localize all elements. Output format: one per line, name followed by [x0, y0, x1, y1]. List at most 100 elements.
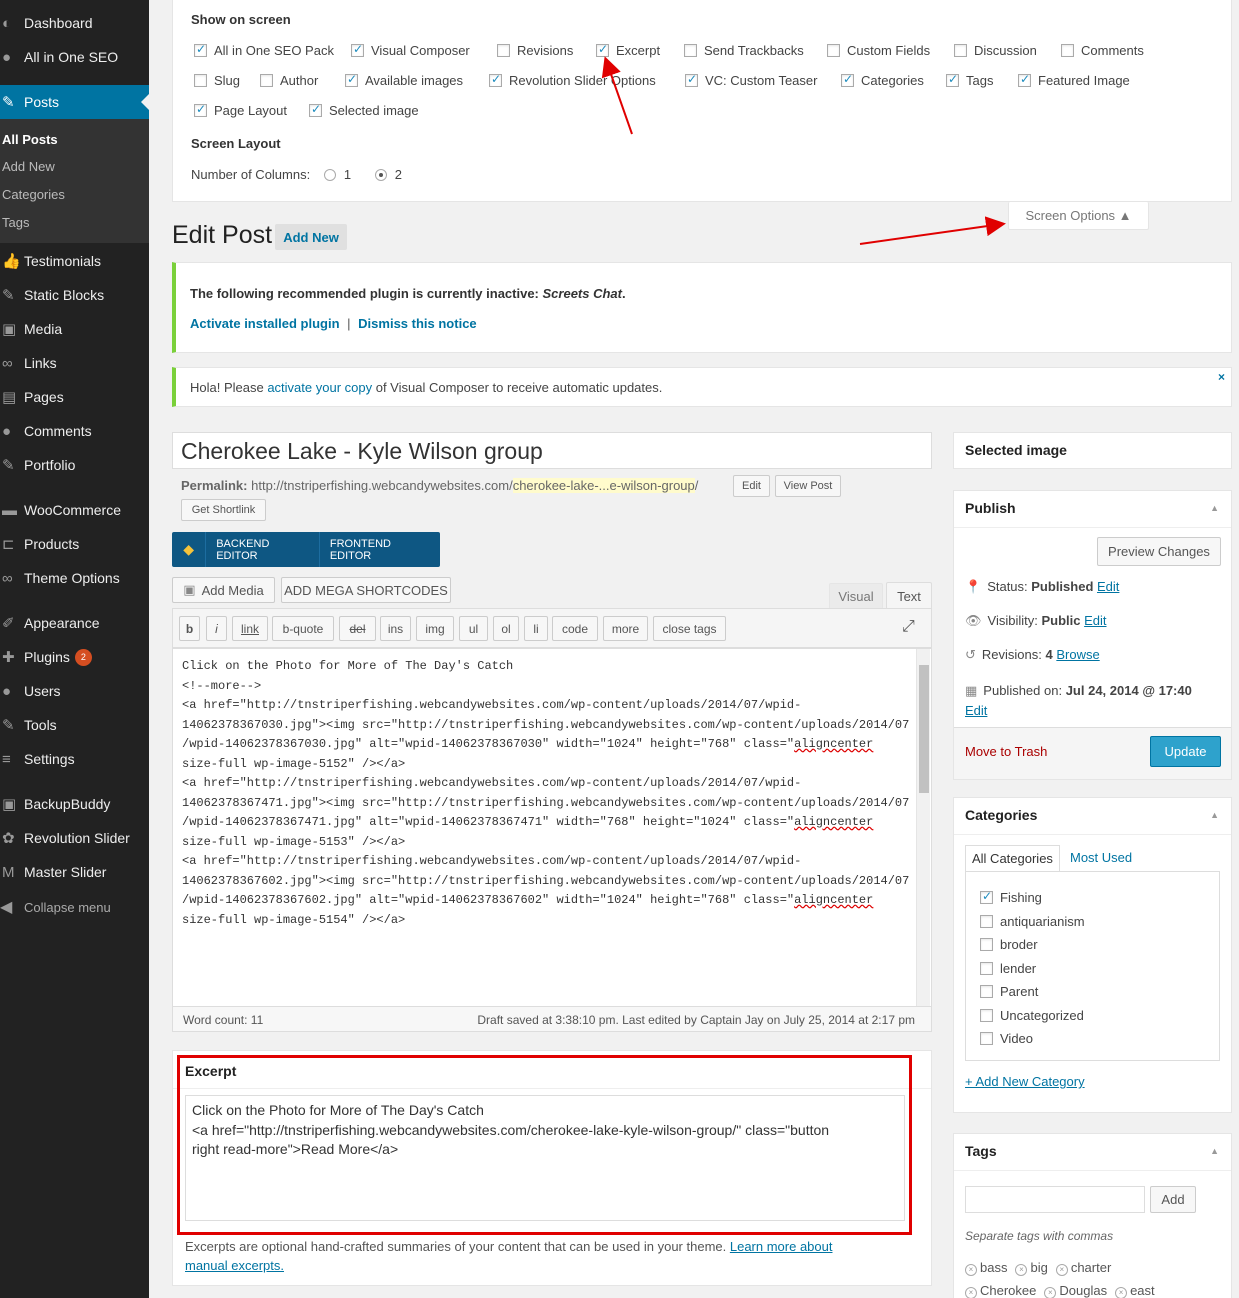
editor-scrollbar-thumb[interactable]	[919, 665, 929, 793]
remove-tag-icon[interactable]: ×	[965, 1287, 977, 1298]
add-media-button[interactable]: ▣ Add Media	[172, 577, 275, 603]
checkbox[interactable]	[345, 72, 358, 87]
screen-options-tab[interactable]: Screen Options ▲	[1008, 202, 1149, 230]
sidebar-item-tools[interactable]: ✎ Tools	[0, 708, 149, 742]
tab-most-used[interactable]: Most Used	[1070, 850, 1132, 865]
quicktag-img[interactable]: img	[416, 616, 454, 641]
category-parent[interactable]: Parent	[980, 984, 1038, 999]
checkbox[interactable]	[980, 961, 993, 975]
preview-changes-button[interactable]: Preview Changes	[1097, 537, 1221, 566]
quicktag-li[interactable]: li	[524, 616, 548, 641]
checkbox[interactable]	[980, 1008, 993, 1022]
quicktag-b-quote[interactable]: b-quote	[272, 616, 334, 641]
sidebar-item-theme-options[interactable]: ∞ Theme Options	[0, 561, 149, 595]
dismiss-notice-link[interactable]: Dismiss this notice	[358, 316, 476, 331]
remove-tag-icon[interactable]: ×	[1055, 1264, 1068, 1276]
submenu-add-new[interactable]: Add New	[2, 159, 55, 174]
category-video[interactable]: Video	[980, 1031, 1033, 1046]
remove-tag-icon[interactable]: ×	[1015, 1264, 1028, 1276]
sidebar-item-backupbuddy[interactable]: ▣ BackupBuddy	[0, 787, 149, 821]
update-button[interactable]: Update	[1150, 736, 1221, 767]
checkbox[interactable]	[685, 72, 698, 87]
checkbox[interactable]	[980, 889, 993, 904]
mega-shortcodes-button[interactable]: ADD MEGA SHORTCODES	[281, 577, 451, 603]
quicktag-del[interactable]: del	[339, 616, 376, 641]
learn-more-link[interactable]: Learn more about	[730, 1239, 833, 1254]
category-uncategorized[interactable]: Uncategorized	[980, 1008, 1084, 1023]
screen-option-slug[interactable]: Slug	[194, 73, 240, 88]
checkbox[interactable]	[309, 102, 322, 117]
checkbox[interactable]	[194, 74, 207, 87]
sidebar-item-master-slider[interactable]: M Master Slider	[0, 855, 149, 889]
checkbox[interactable]	[827, 44, 840, 57]
sidebar-item-all-in-one-seo[interactable]: ● All in One SEO	[0, 40, 149, 74]
screen-option-revisions[interactable]: Revisions	[497, 43, 573, 58]
manual-excerpts-link[interactable]: manual excerpts.	[185, 1258, 284, 1273]
add-new-button[interactable]: Add New	[275, 224, 347, 250]
screen-option-categories[interactable]: Categories	[841, 72, 924, 88]
sidebar-item-plugins[interactable]: ✚ Plugins 2	[0, 640, 149, 674]
screen-option-page-layout[interactable]: Page Layout	[194, 102, 287, 118]
screen-option-author[interactable]: Author	[260, 73, 318, 88]
browse-link[interactable]: Browse	[1056, 647, 1099, 662]
quicktag-close-tags[interactable]: close tags	[653, 616, 726, 641]
sidebar-item-dashboard[interactable]: ◐ Dashboard	[0, 6, 149, 40]
screen-option-comments[interactable]: Comments	[1061, 43, 1144, 58]
screen-option-all-in-one-seo-pack[interactable]: All in One SEO Pack	[194, 42, 334, 58]
sidebar-item-products[interactable]: ⊏ Products	[0, 527, 149, 561]
checkbox[interactable]	[980, 914, 993, 928]
vc-notice-close-icon[interactable]: ×	[1218, 370, 1225, 384]
new-tag-input[interactable]	[965, 1186, 1145, 1213]
checkbox[interactable]	[260, 74, 273, 87]
sidebar-item-static-blocks[interactable]: ✎ Static Blocks	[0, 278, 149, 312]
screen-option-tags[interactable]: Tags	[946, 72, 993, 88]
quicktag-b[interactable]: b	[179, 616, 200, 641]
sidebar-item-testimonials[interactable]: 👍 Testimonials	[0, 244, 149, 278]
sidebar-item-settings[interactable]: ≡ Settings	[0, 742, 149, 776]
checkbox[interactable]	[980, 1032, 993, 1045]
sidebar-item-pages[interactable]: ▤ Pages	[0, 380, 149, 414]
toggle-icon[interactable]: ▲	[1210, 1146, 1219, 1156]
content-textarea[interactable]: Click on the Photo for More of The Day's…	[172, 648, 932, 1007]
category-fishing[interactable]: Fishing	[980, 889, 1042, 905]
toggle-icon[interactable]: ▲	[1210, 503, 1219, 513]
activate-plugin-link[interactable]: Activate installed plugin	[190, 316, 340, 331]
screen-option-available-images[interactable]: Available images	[345, 72, 463, 88]
checkbox[interactable]	[194, 42, 207, 57]
checkbox[interactable]	[351, 42, 364, 57]
checkbox[interactable]	[489, 72, 502, 87]
checkbox[interactable]	[596, 42, 609, 57]
radio-2[interactable]	[374, 169, 387, 181]
sidebar-item-revolution-slider[interactable]: ✿ Revolution Slider	[0, 821, 149, 855]
post-title-input[interactable]: Cherokee Lake - Kyle Wilson group	[172, 432, 932, 469]
quicktag-ul[interactable]: ul	[459, 616, 488, 641]
add-new-category-link[interactable]: + Add New Category	[965, 1074, 1085, 1089]
column-2-option[interactable]: 2	[374, 167, 402, 182]
status-edit-link[interactable]: Edit	[1097, 579, 1119, 594]
screen-option-vc-custom-teaser[interactable]: VC: Custom Teaser	[685, 72, 817, 88]
quicktag-more[interactable]: more	[603, 616, 648, 641]
screen-option-send-trackbacks[interactable]: Send Trackbacks	[684, 43, 804, 58]
sidebar-item-appearance[interactable]: ✐ Appearance	[0, 606, 149, 640]
category-lender[interactable]: lender	[980, 961, 1036, 976]
sidebar-item-media[interactable]: ▣ Media	[0, 312, 149, 346]
sidebar-item-links[interactable]: ∞ Links	[0, 346, 149, 380]
screen-option-visual-composer[interactable]: Visual Composer	[351, 42, 470, 58]
add-tag-button[interactable]: Add	[1150, 1186, 1196, 1213]
screen-option-discussion[interactable]: Discussion	[954, 43, 1037, 58]
permalink-slug[interactable]: cherokee-lake-...e-wilson-group	[512, 478, 695, 493]
screen-option-featured-image[interactable]: Featured Image	[1018, 72, 1130, 88]
tab-all-categories[interactable]: All Categories	[965, 845, 1060, 872]
collapse-menu[interactable]: ◀ Collapse menu	[0, 897, 111, 917]
tab-text[interactable]: Text	[886, 582, 932, 609]
category-broder[interactable]: broder	[980, 937, 1038, 952]
submenu-all-posts[interactable]: All Posts	[2, 132, 58, 147]
sidebar-item-posts[interactable]: ✎ Posts	[0, 85, 149, 119]
quicktag-ol[interactable]: ol	[493, 616, 519, 641]
checkbox[interactable]	[1018, 72, 1031, 87]
fullscreen-icon[interactable]: ⤢	[902, 618, 915, 636]
checkbox[interactable]	[684, 44, 697, 57]
column-1-option[interactable]: 1	[323, 167, 351, 182]
category-antiquarianism[interactable]: antiquarianism	[980, 914, 1085, 929]
screen-option-excerpt[interactable]: Excerpt	[596, 42, 660, 58]
